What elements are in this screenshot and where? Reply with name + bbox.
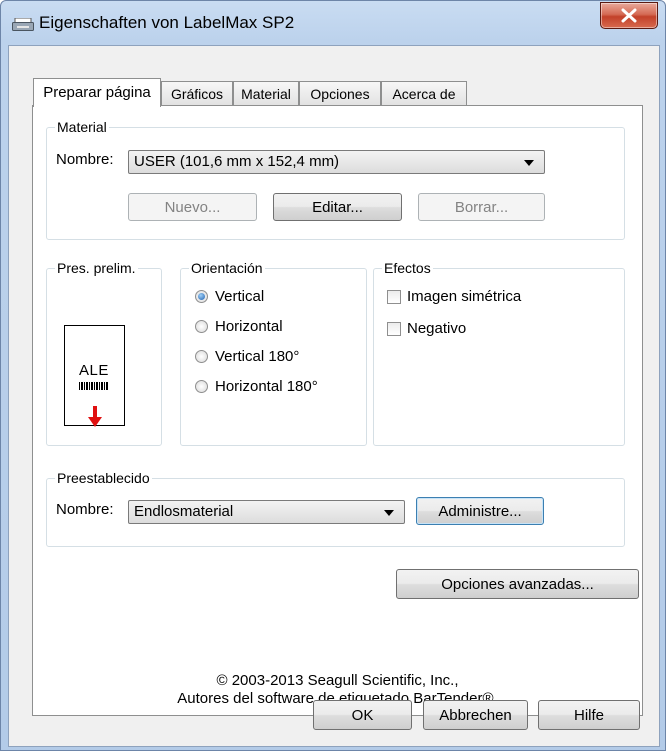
tab-graficos[interactable]: Gráficos: [161, 81, 233, 105]
tab-acerca-de[interactable]: Acerca de: [381, 81, 467, 105]
negative-checkbox[interactable]: [387, 322, 401, 336]
dialog-client-area: Preparar página Gráficos Material Opcion…: [8, 45, 660, 747]
feed-direction-arrow-icon: [88, 406, 102, 427]
effects-group: Efectos Imagen simétrica Negativo: [373, 259, 625, 446]
chevron-down-icon: [524, 160, 534, 166]
delete-material-button[interactable]: Borrar...: [418, 193, 545, 221]
material-name-select[interactable]: USER (101,6 mm x 152,4 mm): [128, 150, 545, 174]
advanced-options-button[interactable]: Opciones avanzadas...: [396, 569, 639, 599]
orientation-vertical-180-label: Vertical 180°: [215, 348, 300, 365]
tab-material[interactable]: Material: [233, 81, 299, 105]
orientation-group: Orientación Vertical Horizontal Vertical…: [180, 259, 367, 446]
window-title: Eigenschaften von LabelMax SP2: [39, 13, 295, 32]
dialog-window: Eigenschaften von LabelMax SP2 Preparar …: [0, 0, 666, 751]
preview-sample-text: ALE: [79, 362, 109, 379]
edit-material-button[interactable]: Editar...: [273, 193, 402, 221]
copyright-line-1: © 2003-2013 Seagull Scientific, Inc.,: [216, 672, 459, 689]
preset-name-select[interactable]: Endlosmaterial: [128, 500, 405, 524]
effects-group-label: Efectos: [382, 259, 433, 277]
preview-group-label: Pres. prelim.: [55, 259, 138, 277]
cancel-button[interactable]: Abbrechen: [423, 700, 528, 730]
orientation-horizontal-label: Horizontal: [215, 318, 283, 335]
ok-button[interactable]: OK: [313, 700, 412, 730]
orientation-group-label: Orientación: [189, 259, 265, 277]
close-icon: [621, 8, 637, 23]
material-group: Material Nombre: USER (101,6 mm x 152,4 …: [46, 118, 625, 240]
tab-preparar-pagina[interactable]: Preparar página: [33, 78, 161, 107]
title-bar[interactable]: Eigenschaften von LabelMax SP2: [1, 1, 665, 45]
preset-group-label: Preestablecido: [55, 469, 152, 487]
tab-opciones[interactable]: Opciones: [299, 81, 381, 105]
negative-label: Negativo: [407, 320, 467, 337]
orientation-vertical-radio[interactable]: [195, 290, 208, 303]
label-preview: ALE: [64, 325, 125, 427]
material-selected-value: USER (101,6 mm x 152,4 mm): [134, 153, 340, 170]
new-material-button[interactable]: Nuevo...: [128, 193, 257, 221]
chevron-down-icon: [384, 510, 394, 516]
manage-presets-button[interactable]: Administre...: [416, 497, 544, 525]
preset-name-label: Nombre:: [56, 501, 114, 518]
preset-group: Preestablecido Nombre: Endlosmaterial Ad…: [46, 469, 625, 547]
orientation-vertical-180-radio[interactable]: [195, 350, 208, 363]
mirror-image-checkbox[interactable]: [387, 290, 401, 304]
help-button[interactable]: Hilfe: [538, 700, 640, 730]
tab-panel-preparar-pagina: Material Nombre: USER (101,6 mm x 152,4 …: [32, 105, 643, 716]
barcode-icon: [79, 382, 109, 390]
preset-selected-value: Endlosmaterial: [134, 503, 234, 520]
printer-icon: [12, 18, 34, 31]
material-group-label: Material: [55, 118, 109, 136]
orientation-horizontal-180-radio[interactable]: [195, 380, 208, 393]
close-button[interactable]: [600, 2, 658, 29]
mirror-image-label: Imagen simétrica: [407, 288, 522, 305]
orientation-vertical-label: Vertical: [215, 288, 265, 305]
orientation-horizontal-radio[interactable]: [195, 320, 208, 333]
material-name-label: Nombre:: [56, 151, 114, 168]
orientation-horizontal-180-label: Horizontal 180°: [215, 378, 318, 395]
